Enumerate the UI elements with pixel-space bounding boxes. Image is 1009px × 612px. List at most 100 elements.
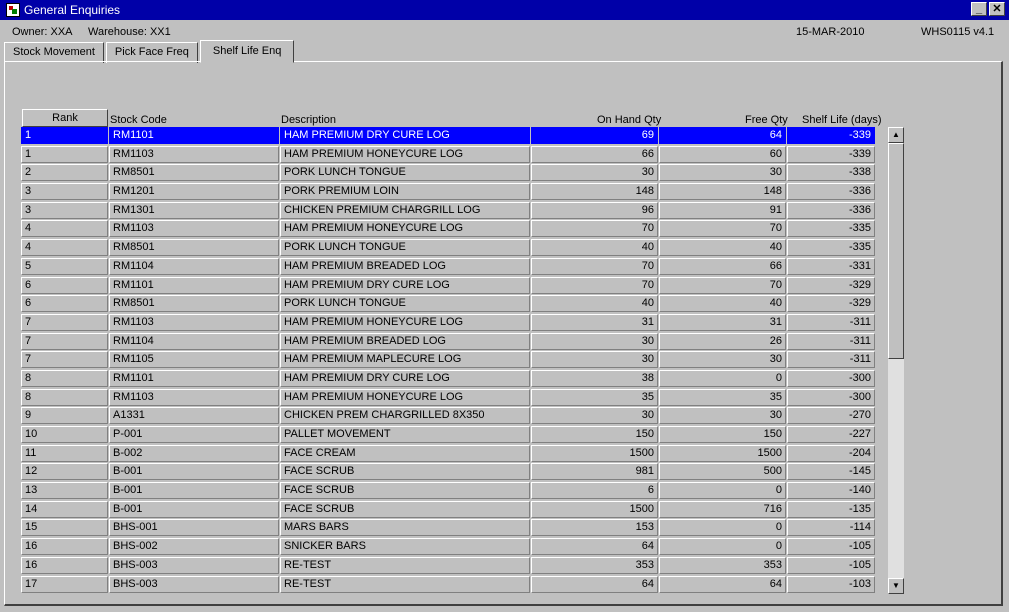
rank-cell[interactable]: 7: [21, 313, 108, 331]
rank-cell[interactable]: 8: [21, 388, 108, 406]
description-cell[interactable]: HAM PREMIUM HONEYCURE LOG: [280, 388, 530, 406]
shelf-life-cell[interactable]: -311: [787, 313, 875, 331]
free-qty-cell[interactable]: 30: [659, 407, 786, 425]
stock-code-cell[interactable]: RM1103: [109, 220, 279, 238]
free-qty-cell[interactable]: 148: [659, 183, 786, 201]
on-hand-qty-cell[interactable]: 150: [531, 426, 658, 443]
table-row[interactable]: 16 BHS-002 SNICKER BARS 64 0 -105: [21, 538, 877, 557]
shelf-life-cell[interactable]: -329: [787, 276, 875, 294]
table-row[interactable]: 4 RM1103 HAM PREMIUM HONEYCURE LOG 70 70 -335: [21, 220, 877, 239]
description-cell[interactable]: PORK PREMIUM LOIN: [280, 183, 530, 201]
on-hand-qty-cell[interactable]: 40: [531, 239, 658, 257]
stock-code-cell[interactable]: B-001: [109, 482, 279, 500]
table-row[interactable]: 15 BHS-001 MARS BARS 153 0 -114: [21, 519, 877, 538]
table-row[interactable]: 2 RM8501 PORK LUNCH TONGUE 30 30 -338: [21, 164, 877, 183]
description-cell[interactable]: HAM PREMIUM HONEYCURE LOG: [280, 220, 530, 238]
stock-code-cell[interactable]: A1331: [109, 407, 279, 425]
shelf-life-cell[interactable]: -105: [787, 556, 875, 574]
stock-code-cell[interactable]: RM1103: [109, 388, 279, 406]
stock-code-cell[interactable]: B-002: [109, 444, 279, 462]
free-qty-cell[interactable]: 716: [659, 500, 786, 518]
table-row[interactable]: 1 RM1101 HAM PREMIUM DRY CURE LOG 69 64 -339: [21, 127, 877, 146]
rank-cell[interactable]: 4: [21, 239, 108, 257]
tab-shelf-life-enq[interactable]: Shelf Life Enq: [199, 40, 295, 63]
rank-cell[interactable]: 6: [21, 276, 108, 294]
rank-cell[interactable]: 14: [21, 500, 108, 518]
stock-code-cell[interactable]: RM1104: [109, 257, 279, 275]
stock-code-cell[interactable]: RM8501: [109, 295, 279, 313]
shelf-life-cell[interactable]: -300: [787, 369, 875, 387]
description-cell[interactable]: FACE CREAM: [280, 444, 530, 462]
on-hand-qty-cell[interactable]: 70: [531, 257, 658, 275]
stock-code-cell[interactable]: BHS-002: [109, 538, 279, 556]
free-qty-cell[interactable]: 30: [659, 164, 786, 182]
on-hand-qty-cell[interactable]: 70: [531, 220, 658, 238]
description-cell[interactable]: MARS BARS: [280, 519, 530, 537]
stock-code-cell[interactable]: B-001: [109, 463, 279, 481]
table-row[interactable]: 13 B-001 FACE SCRUB 6 0 -140: [21, 482, 877, 501]
shelf-life-cell[interactable]: -135: [787, 500, 875, 518]
stock-code-cell[interactable]: RM8501: [109, 239, 279, 257]
rank-cell[interactable]: 11: [21, 444, 108, 462]
on-hand-qty-cell[interactable]: 6: [531, 482, 658, 500]
shelf-life-cell[interactable]: -227: [787, 426, 875, 443]
free-qty-cell[interactable]: 40: [659, 295, 786, 313]
rank-cell[interactable]: 17: [21, 575, 108, 593]
free-qty-cell[interactable]: 0: [659, 538, 786, 556]
shelf-life-cell[interactable]: -329: [787, 295, 875, 313]
shelf-life-cell[interactable]: -114: [787, 519, 875, 537]
free-qty-cell[interactable]: 64: [659, 127, 786, 144]
description-cell[interactable]: HAM PREMIUM DRY CURE LOG: [280, 276, 530, 294]
on-hand-qty-cell[interactable]: 96: [531, 201, 658, 219]
on-hand-qty-cell[interactable]: 30: [531, 407, 658, 425]
stock-code-cell[interactable]: BHS-003: [109, 556, 279, 574]
free-qty-cell[interactable]: 70: [659, 276, 786, 294]
rank-cell[interactable]: 8: [21, 369, 108, 387]
tab-stock-movement[interactable]: Stock Movement: [4, 42, 104, 63]
shelf-life-cell[interactable]: -105: [787, 538, 875, 556]
rank-cell[interactable]: 1: [21, 145, 108, 163]
stock-code-cell[interactable]: BHS-003: [109, 575, 279, 593]
rank-cell[interactable]: 4: [21, 220, 108, 238]
free-qty-cell[interactable]: 66: [659, 257, 786, 275]
scroll-thumb[interactable]: [888, 143, 904, 359]
rank-cell[interactable]: 2: [21, 164, 108, 182]
description-cell[interactable]: RE-TEST: [280, 575, 530, 593]
rank-cell[interactable]: 7: [21, 351, 108, 369]
free-qty-cell[interactable]: 35: [659, 388, 786, 406]
description-cell[interactable]: PORK LUNCH TONGUE: [280, 239, 530, 257]
rank-cell[interactable]: 3: [21, 201, 108, 219]
table-row[interactable]: 16 BHS-003 RE-TEST 353 353 -105: [21, 556, 877, 576]
description-cell[interactable]: HAM PREMIUM HONEYCURE LOG: [280, 145, 530, 163]
shelf-life-cell[interactable]: -311: [787, 332, 875, 350]
stock-code-cell[interactable]: BHS-001: [109, 519, 279, 537]
minimize-button[interactable]: _: [971, 2, 987, 16]
table-row[interactable]: 3 RM1301 CHICKEN PREMIUM CHARGRILL LOG 96 91…: [21, 201, 877, 221]
tab-pick-face-freq[interactable]: Pick Face Freq: [105, 42, 198, 63]
description-cell[interactable]: PALLET MOVEMENT: [280, 426, 530, 443]
free-qty-cell[interactable]: 500: [659, 463, 786, 481]
on-hand-qty-cell[interactable]: 66: [531, 145, 658, 163]
stock-code-cell[interactable]: RM1104: [109, 332, 279, 350]
table-row[interactable]: 5 RM1104 HAM PREMIUM BREADED LOG 70 66 -331: [21, 257, 877, 277]
scroll-down-button[interactable]: ▼: [888, 578, 904, 594]
description-cell[interactable]: FACE SCRUB: [280, 500, 530, 518]
on-hand-qty-cell[interactable]: 1500: [531, 444, 658, 462]
free-qty-cell[interactable]: 64: [659, 575, 786, 593]
rank-cell[interactable]: 6: [21, 295, 108, 313]
on-hand-qty-cell[interactable]: 153: [531, 519, 658, 537]
shelf-life-cell[interactable]: -331: [787, 257, 875, 275]
stock-code-cell[interactable]: RM1103: [109, 313, 279, 331]
table-row[interactable]: 17 BHS-003 RE-TEST 64 64 -103: [21, 575, 877, 595]
scroll-up-button[interactable]: ▲: [888, 127, 904, 143]
stock-code-cell[interactable]: RM1101: [109, 276, 279, 294]
stock-code-cell[interactable]: RM1105: [109, 351, 279, 369]
on-hand-qty-cell[interactable]: 38: [531, 369, 658, 387]
shelf-life-cell[interactable]: -270: [787, 407, 875, 425]
table-row[interactable]: 9 A1331 CHICKEN PREM CHARGRILLED 8X350 30 30…: [21, 407, 877, 426]
on-hand-qty-cell[interactable]: 981: [531, 463, 658, 481]
shelf-life-cell[interactable]: -335: [787, 239, 875, 257]
rank-cell[interactable]: 15: [21, 519, 108, 537]
free-qty-cell[interactable]: 91: [659, 201, 786, 219]
on-hand-qty-cell[interactable]: 64: [531, 575, 658, 593]
